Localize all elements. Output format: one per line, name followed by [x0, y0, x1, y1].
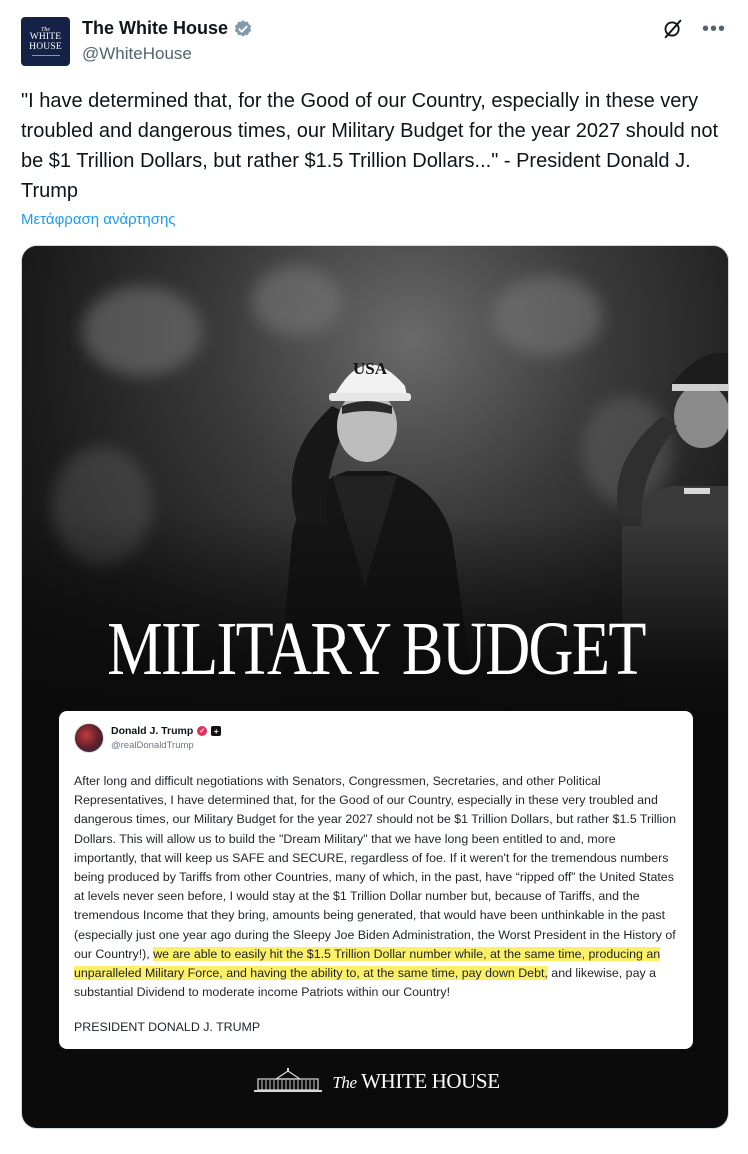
cap-text: USA	[353, 359, 388, 378]
footer-wordmark: The WHITE HOUSE	[332, 1068, 500, 1094]
headline: MILITARY BUDGET	[107, 607, 646, 691]
tweet-text: "I have determined that, for the Good of…	[21, 90, 719, 202]
truth-body-text: After long and difficult negotiations wi…	[74, 774, 676, 961]
white-house-icon	[254, 1068, 323, 1092]
grok-icon[interactable]	[662, 18, 684, 40]
truth-avatar	[74, 723, 104, 753]
embedded-truth-post: Donald J. Trump ✓ + @realDonaldTrump Aft…	[59, 711, 693, 1049]
truth-handle: @realDonaldTrump	[111, 740, 194, 751]
truth-name: Donald J. Trump	[111, 725, 194, 737]
avatar-house: HOUSE	[29, 41, 62, 52]
verified-badge-icon[interactable]	[233, 19, 253, 39]
footer-the: The	[332, 1072, 357, 1092]
author-handle[interactable]: @WhiteHouse	[82, 44, 192, 64]
truth-body: After long and difficult negotiations wi…	[74, 772, 680, 1002]
truth-name-row: Donald J. Trump ✓ +	[111, 725, 222, 737]
avatar-rule	[31, 55, 60, 56]
footer-logo: The WHITE HOUSE	[22, 1068, 728, 1094]
truth-plus-icon: +	[211, 726, 222, 736]
more-options-icon[interactable]: •••	[702, 19, 726, 39]
display-name[interactable]: The White House	[82, 18, 228, 39]
avatar[interactable]: The WHITE HOUSE	[21, 17, 70, 66]
top-actions: •••	[662, 18, 726, 40]
footer-white-house: WHITE HOUSE	[361, 1068, 500, 1093]
truth-verified-icon: ✓	[197, 726, 208, 736]
author-name-row: The White House	[82, 18, 253, 39]
translate-post-link[interactable]: Μετάφραση ανάρτησης	[21, 211, 176, 228]
media-image[interactable]: USA MILITARY BUDGET Donald J. Trump ✓ + …	[21, 245, 729, 1129]
truth-signature: PRESIDENT DONALD J. TRUMP	[74, 1020, 261, 1034]
post: The WHITE HOUSE The White House @WhiteHo…	[0, 0, 748, 1154]
